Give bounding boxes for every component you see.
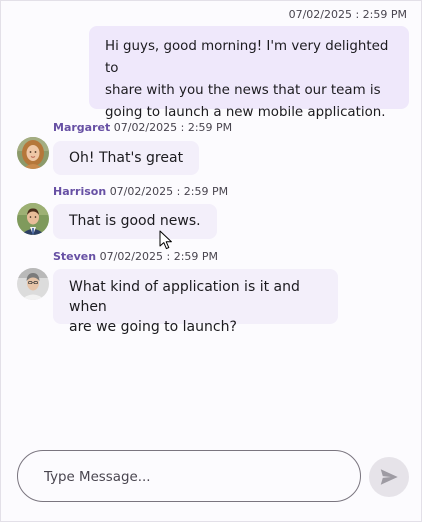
outgoing-message-line: Hi guys, good morning! I'm very delighte… [105, 39, 389, 76]
chat-window: 07/02/2025 : 2:59 PM Hi guys, good morni… [0, 0, 422, 522]
incoming-message-line: are we going to launch? [69, 319, 237, 335]
message-timestamp: 07/02/2025 : 2:59 PM [109, 185, 229, 198]
author-name: Steven [53, 250, 97, 263]
outgoing-message-bubble: Hi guys, good morning! I'm very delighte… [89, 26, 409, 120]
avatar-image [17, 137, 49, 169]
message-input-container[interactable] [17, 450, 361, 502]
avatar-margaret [17, 137, 49, 169]
incoming-message-line: What kind of application is it and when [69, 279, 300, 315]
outgoing-timestamp: 07/02/2025 : 2:59 PM [288, 8, 407, 21]
avatar-harrison [17, 203, 49, 235]
author-name: Margaret [53, 121, 111, 134]
avatar-image [17, 203, 49, 235]
outgoing-message-line: share with you the news that our team is [105, 83, 381, 98]
author-name: Harrison [53, 185, 107, 198]
message-meta: Harrison 07/02/2025 : 2:59 PM [53, 185, 228, 198]
message-timestamp: 07/02/2025 : 2:59 PM [99, 250, 219, 263]
avatar-image [17, 268, 49, 300]
incoming-message-bubble: What kind of application is it and when … [53, 269, 338, 335]
incoming-message-bubble: Oh! That's great [53, 141, 200, 175]
message-input[interactable] [42, 465, 346, 489]
send-icon [380, 469, 398, 485]
message-meta: Margaret 07/02/2025 : 2:59 PM [53, 121, 232, 134]
message-meta: Steven 07/02/2025 : 2:59 PM [53, 250, 218, 263]
send-button[interactable] [369, 457, 409, 497]
avatar-steven [17, 268, 49, 300]
incoming-message-bubble: That is good news. [53, 204, 217, 239]
message-timestamp: 07/02/2025 : 2:59 PM [113, 121, 233, 134]
